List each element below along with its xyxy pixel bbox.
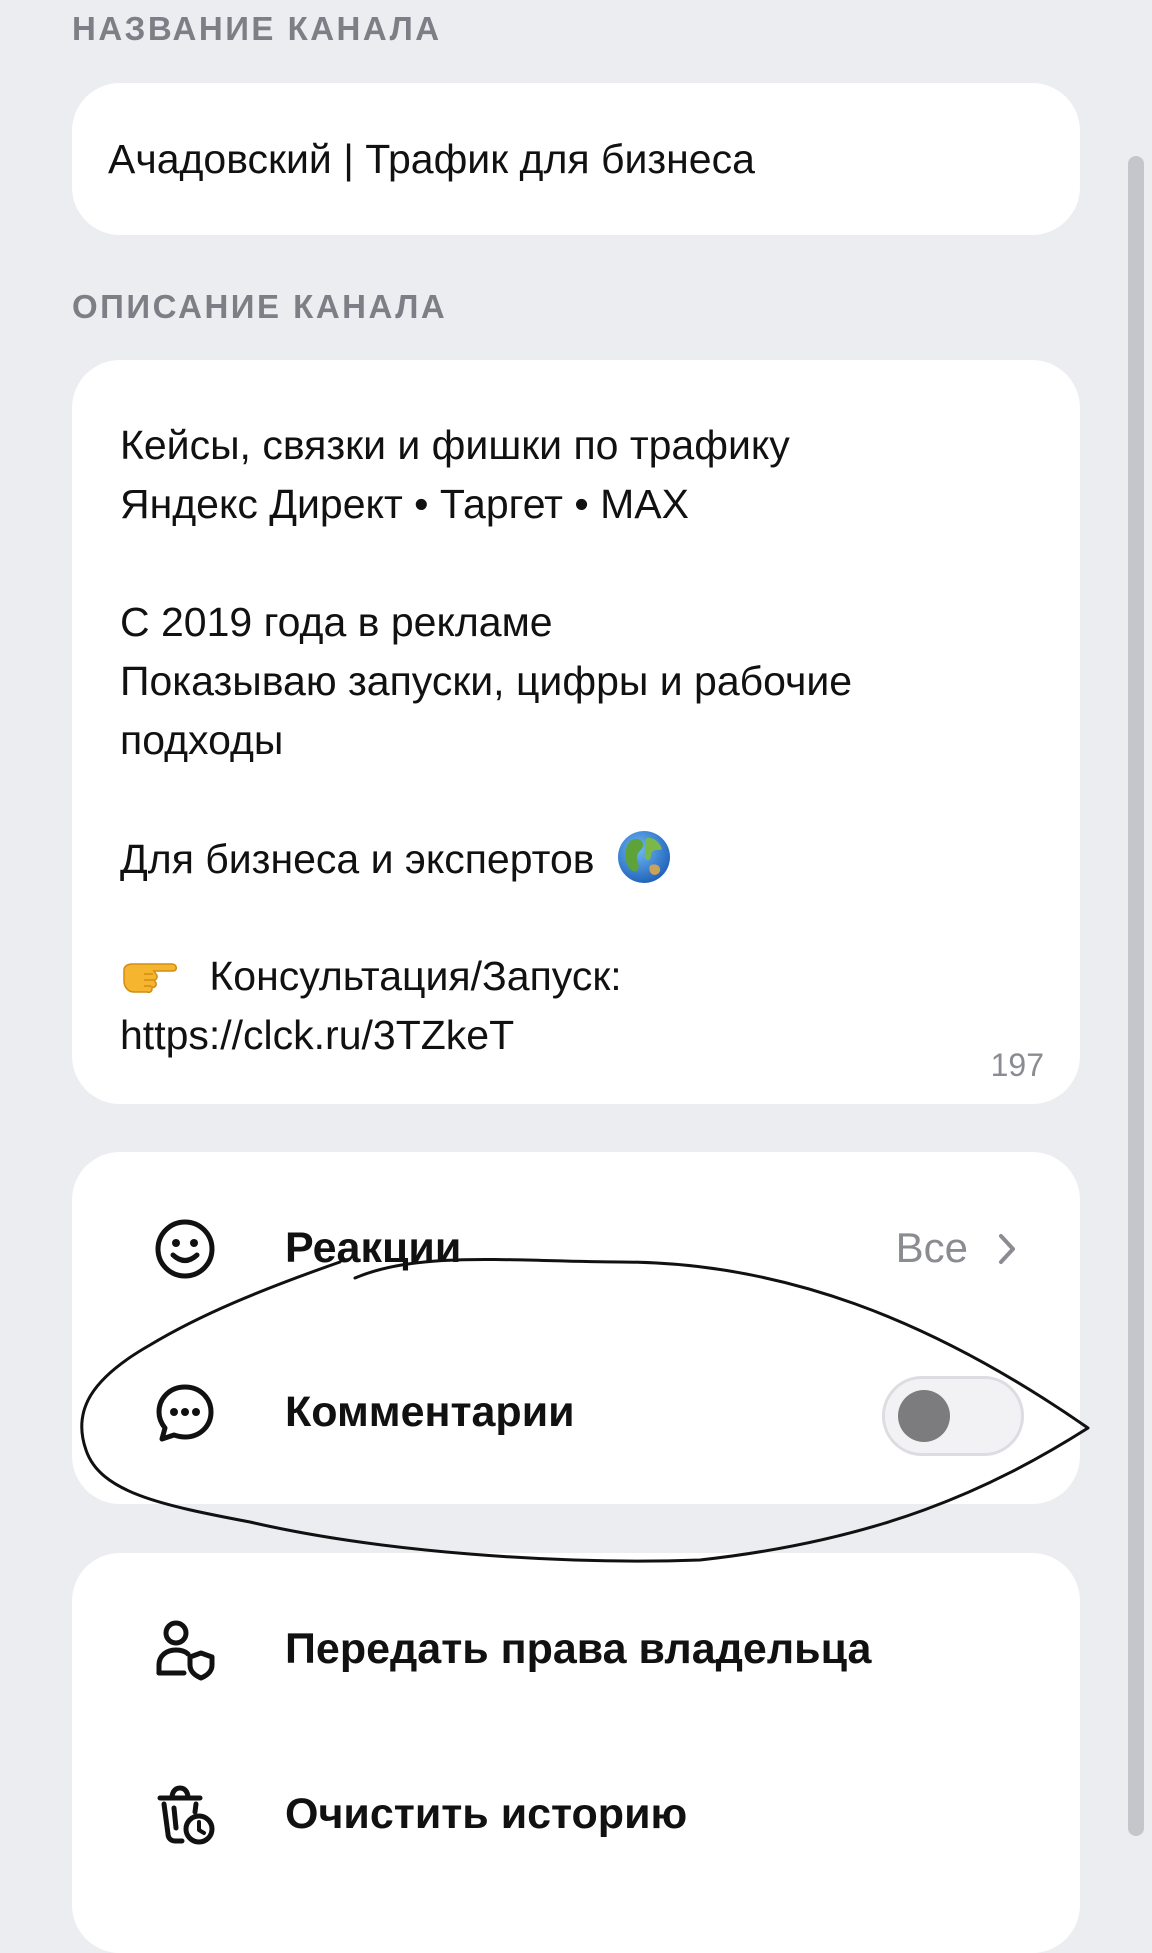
clear-history-row[interactable]: Очистить историю: [72, 1754, 1080, 1874]
description-blank-line: [120, 770, 1032, 829]
description-line-with-emoji: Консультация/Запуск:: [120, 947, 1032, 1006]
channel-description-section-label: ОПИСАНИЕ КАНАЛА: [72, 288, 448, 325]
description-line: Кейсы, связки и фишки по трафику: [120, 422, 790, 468]
comments-toggle[interactable]: [882, 1376, 1024, 1456]
scrollbar[interactable]: [1128, 156, 1144, 1836]
channel-settings-group: Реакции Все Комментарии: [72, 1152, 1080, 1504]
description-line: Показываю запуски, цифры и рабочие: [120, 658, 853, 704]
chat-bubble-icon: [156, 1384, 214, 1442]
description-blank-line: [120, 534, 1032, 593]
comments-row[interactable]: Комментарии: [72, 1352, 1080, 1472]
chevron-right-icon: [999, 1234, 1015, 1264]
channel-name-value[interactable]: Ачадовский | Трафик для бизнеса: [108, 136, 755, 183]
channel-name-field[interactable]: Ачадовский | Трафик для бизнеса: [72, 83, 1080, 235]
transfer-ownership-row[interactable]: Передать права владельца: [72, 1589, 1080, 1709]
description-line-with-emoji: Для бизнеса и экспертов: [120, 829, 1032, 888]
pointing-hand-icon: [123, 963, 177, 994]
description-blank-line: [120, 888, 1032, 947]
smiley-icon: [155, 1219, 215, 1279]
clear-history-label: Очистить историю: [285, 1790, 688, 1838]
description-link[interactable]: https://clck.ru/3TZkeT: [120, 1006, 1032, 1065]
description-line: подходы: [120, 717, 284, 763]
globe-icon: [617, 831, 670, 883]
reactions-value: Все: [895, 1224, 968, 1271]
description-line-text: Консультация/Запуск:: [209, 953, 622, 999]
channel-actions-group: Передать права владельца Очистить истори…: [72, 1553, 1080, 1953]
reactions-label: Реакции: [285, 1224, 462, 1272]
description-line-text: Для бизнеса и экспертов: [120, 836, 595, 882]
transfer-ownership-label: Передать права владельца: [285, 1625, 872, 1673]
user-shield-icon: [156, 1620, 215, 1681]
description-line: Яндекс Директ • Таргет • MAX: [120, 481, 689, 527]
comments-label: Комментарии: [285, 1388, 575, 1436]
character-counter: 197: [990, 1047, 1044, 1083]
description-line: С 2019 года в рекламе: [120, 599, 553, 645]
trash-clock-icon: [157, 1785, 215, 1845]
toggle-knob: [898, 1390, 950, 1442]
reactions-row[interactable]: Реакции Все: [72, 1188, 1080, 1308]
channel-name-section-label: НАЗВАНИЕ КАНАЛА: [72, 10, 442, 47]
channel-description-field[interactable]: Кейсы, связки и фишки по трафику Яндекс …: [72, 360, 1080, 1104]
